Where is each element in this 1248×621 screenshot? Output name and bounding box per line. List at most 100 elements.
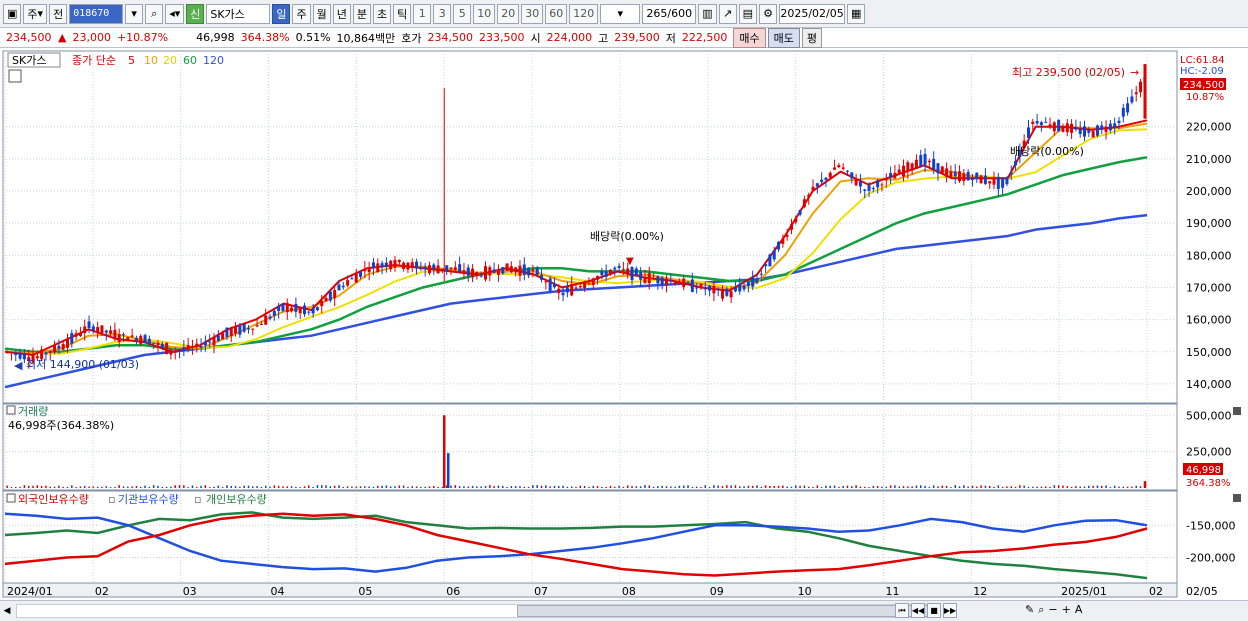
scroll-track[interactable] bbox=[16, 604, 941, 618]
stock-name-field[interactable]: SK가스 bbox=[206, 3, 271, 24]
tab-second[interactable]: 초 bbox=[372, 3, 392, 24]
tab-tick[interactable]: 틱 bbox=[393, 3, 412, 24]
minus-icon[interactable]: − bbox=[1048, 603, 1057, 617]
trade-amount: 10,864백만 bbox=[336, 31, 396, 45]
stock-code-input[interactable]: 018670 bbox=[69, 3, 124, 24]
candle-style-icon[interactable]: ▥ bbox=[698, 3, 717, 24]
candle-body bbox=[880, 184, 884, 186]
sell-button[interactable]: 매도 bbox=[767, 27, 800, 48]
current-price: 234,500 ▲ bbox=[0, 31, 69, 44]
hc-readout: HC:-2.09 bbox=[1180, 66, 1224, 77]
candle-body bbox=[824, 177, 828, 180]
candle-body bbox=[234, 326, 238, 334]
layout-icon[interactable]: ▣ bbox=[3, 3, 22, 24]
candle-body bbox=[1039, 122, 1043, 126]
interval-3[interactable]: 3 bbox=[433, 3, 452, 24]
candle-body bbox=[690, 279, 694, 292]
candle-body bbox=[354, 272, 358, 283]
high-price: 239,500 bbox=[614, 31, 660, 44]
draw-icon[interactable]: ✎ bbox=[1025, 603, 1034, 617]
candle-body bbox=[936, 163, 940, 174]
stock-chart-svg[interactable]: 220,000 210,000 200,000 190,000 180,000 170,0… bbox=[0, 48, 1248, 603]
stop-icon[interactable]: ■ bbox=[927, 603, 941, 618]
candle-body bbox=[1113, 123, 1117, 127]
calendar-icon[interactable]: ▦ bbox=[847, 3, 866, 24]
candle-body bbox=[1091, 131, 1095, 138]
candle-body bbox=[811, 186, 815, 191]
price-y-tick: 220,000 bbox=[1186, 121, 1232, 134]
tab-year[interactable]: 년 bbox=[332, 3, 351, 24]
candle-body bbox=[833, 167, 837, 170]
interval-1[interactable]: 1 bbox=[413, 3, 432, 24]
candle-body bbox=[44, 352, 48, 355]
candle-body bbox=[949, 171, 953, 177]
zoom-out-icon[interactable]: ⌕ bbox=[1038, 603, 1044, 617]
candle-body bbox=[298, 308, 302, 314]
candle-body bbox=[647, 273, 651, 284]
candle-body bbox=[940, 166, 944, 174]
font-icon[interactable]: A bbox=[1075, 603, 1083, 617]
save-icon[interactable]: ▤ bbox=[738, 3, 758, 24]
interval-60[interactable]: 60 bbox=[545, 3, 568, 24]
chart-area[interactable]: 220,000 210,000 200,000 190,000 180,000 170,0… bbox=[0, 48, 1248, 603]
bar-count: 265 bbox=[646, 7, 668, 20]
candle-body bbox=[802, 199, 806, 207]
interval-10[interactable]: 10 bbox=[473, 3, 496, 24]
candle-body bbox=[246, 328, 250, 330]
speaker-icon[interactable]: ◂▾ bbox=[165, 3, 185, 24]
draw-tool-icon[interactable]: ↗ bbox=[718, 3, 737, 24]
candle-body bbox=[608, 269, 612, 275]
interval-5[interactable]: 5 bbox=[453, 3, 472, 24]
interval-120[interactable]: 120 bbox=[569, 3, 599, 24]
horizontal-scrollbar[interactable]: ◀ ⏮ ◀◀ ■ ▶▶ ✎ ⌕ − + A bbox=[0, 600, 1248, 621]
ask-price: 234,500 bbox=[427, 31, 474, 44]
candle-body bbox=[1134, 92, 1138, 95]
date-input[interactable]: 2025/02/05 bbox=[779, 3, 846, 24]
candle-body bbox=[858, 181, 862, 187]
code-dropdown-icon[interactable]: ▾ bbox=[125, 3, 144, 24]
interval-20[interactable]: 20 bbox=[497, 3, 520, 24]
x-tick-label: 10 bbox=[798, 585, 812, 598]
gear-icon[interactable]: ⚙ bbox=[759, 3, 778, 24]
tab-week[interactable]: 주 bbox=[292, 3, 311, 24]
candle-body bbox=[380, 263, 384, 267]
table-view-icon[interactable] bbox=[8, 69, 22, 83]
prev-icon[interactable]: ◀◀ bbox=[911, 603, 925, 618]
candle-body bbox=[173, 351, 177, 353]
candle-body bbox=[721, 289, 725, 299]
volume-panel-close-icon[interactable] bbox=[1233, 407, 1241, 415]
tab-month[interactable]: 월 bbox=[312, 3, 331, 24]
candle-body bbox=[1083, 126, 1087, 137]
custom-interval-input[interactable]: ▾ bbox=[600, 3, 641, 24]
candle-body bbox=[845, 170, 849, 172]
candle-body bbox=[134, 337, 138, 341]
scroll-left-icon[interactable]: ◀ bbox=[0, 603, 14, 619]
bar-count-display[interactable]: 265/600 bbox=[642, 3, 697, 24]
holdings-panel-close-icon[interactable] bbox=[1233, 494, 1241, 502]
candle-body bbox=[958, 171, 962, 182]
tab-day[interactable]: 일 bbox=[272, 3, 291, 24]
candle-body bbox=[837, 165, 841, 168]
candle-body bbox=[122, 334, 126, 336]
buy-button[interactable]: 매수 bbox=[733, 27, 766, 48]
interval-30[interactable]: 30 bbox=[521, 3, 544, 24]
y-axis-ticks: 220,000 210,000 200,000 190,000 180,000 170,0… bbox=[1186, 121, 1235, 565]
first-icon[interactable]: ⏮ bbox=[895, 603, 909, 618]
zoom-controls: ✎ ⌕ − + A bbox=[1025, 603, 1082, 617]
candle-body bbox=[781, 238, 785, 244]
candle-body bbox=[673, 282, 677, 285]
next-icon[interactable]: ▶▶ bbox=[943, 603, 957, 618]
candle-body bbox=[531, 269, 535, 272]
candle-body bbox=[393, 260, 397, 268]
avg-button[interactable]: 평 bbox=[801, 27, 823, 48]
prev-button[interactable]: 전 bbox=[49, 3, 68, 24]
period-type-select[interactable]: 주 ▾ bbox=[23, 3, 48, 24]
search-icon[interactable]: ⌕ bbox=[145, 3, 164, 24]
x-tick-label: 2025/01 bbox=[1061, 585, 1107, 598]
scroll-thumb[interactable] bbox=[517, 605, 937, 617]
tab-minute[interactable]: 분 bbox=[352, 3, 371, 24]
legend-ma-5: 5 bbox=[128, 54, 135, 67]
candle-body bbox=[281, 304, 285, 311]
plus-icon[interactable]: + bbox=[1062, 603, 1071, 617]
candle-body bbox=[751, 277, 755, 287]
